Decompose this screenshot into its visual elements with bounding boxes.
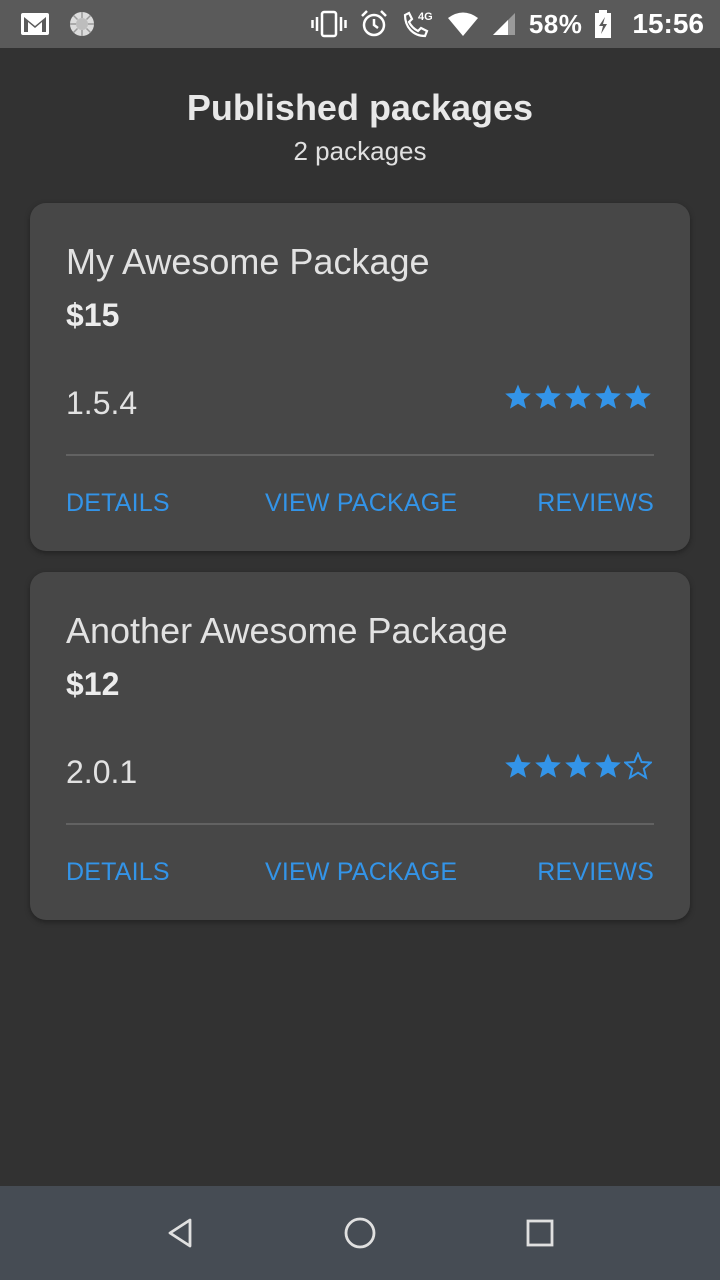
status-bar-right: 4G 58% 15:56 <box>311 0 704 48</box>
signal-icon <box>491 11 517 37</box>
clock: 15:56 <box>632 8 704 39</box>
star-filled-icon <box>565 384 591 409</box>
spinner-icon <box>68 10 96 38</box>
card-actions: DETAILS VIEW PACKAGE REVIEWS <box>66 489 654 523</box>
star-filled-icon <box>505 384 531 409</box>
gmail-icon <box>20 12 50 36</box>
star-filled-icon <box>535 384 561 409</box>
package-name: My Awesome Package <box>66 241 430 282</box>
wifi-icon <box>447 11 479 37</box>
package-card: My Awesome Package $15 1.5.4 DETAILS VIE… <box>30 203 690 551</box>
details-button[interactable]: DETAILS <box>66 858 170 887</box>
card-divider <box>66 454 654 456</box>
star-filled-icon <box>565 753 591 778</box>
navigation-bar <box>0 1186 720 1280</box>
status-bar: 4G 58% 15:56 <box>0 0 720 48</box>
reviews-button[interactable]: REVIEWS <box>537 858 654 887</box>
vibrate-icon <box>311 9 347 39</box>
star-filled-icon <box>595 384 621 409</box>
back-icon[interactable] <box>160 1213 200 1253</box>
package-name: Another Awesome Package <box>66 610 508 651</box>
call-4g-icon: 4G <box>401 9 435 39</box>
status-bar-left <box>20 0 96 48</box>
star-filled-icon <box>535 753 561 778</box>
page-title: Published packages <box>186 87 534 128</box>
battery-percent: 58% <box>528 8 583 39</box>
home-icon[interactable] <box>340 1213 380 1253</box>
star-rating <box>504 752 652 780</box>
star-filled-icon <box>505 753 531 778</box>
view-package-button[interactable]: VIEW PACKAGE <box>265 489 457 518</box>
page-header: Published packages 2 packages <box>0 86 720 167</box>
star-filled-icon <box>595 753 621 778</box>
reviews-button[interactable]: REVIEWS <box>537 489 654 518</box>
recents-icon[interactable] <box>520 1213 560 1253</box>
star-empty-icon <box>624 752 652 780</box>
view-package-button[interactable]: VIEW PACKAGE <box>265 858 457 887</box>
star-filled-icon <box>625 384 651 409</box>
card-divider <box>66 823 654 825</box>
package-count: 2 packages <box>293 136 427 166</box>
package-version: 2.0.1 <box>66 754 138 790</box>
details-button[interactable]: DETAILS <box>66 489 170 518</box>
package-price: $15 <box>66 297 120 333</box>
package-version: 1.5.4 <box>66 385 138 421</box>
alarm-icon <box>359 9 389 39</box>
svg-text:4G: 4G <box>418 11 433 23</box>
card-actions: DETAILS VIEW PACKAGE REVIEWS <box>66 858 654 892</box>
package-price: $12 <box>66 666 120 702</box>
package-card: Another Awesome Package $12 2.0.1 DETAIL… <box>30 572 690 920</box>
battery-icon <box>594 9 612 39</box>
star-rating <box>504 383 652 411</box>
